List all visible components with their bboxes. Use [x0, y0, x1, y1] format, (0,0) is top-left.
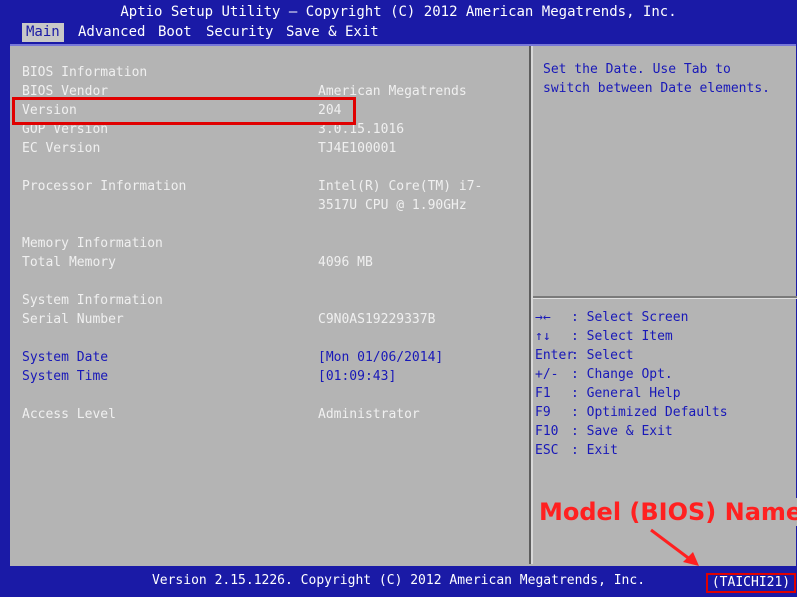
serial-number-value: C9N0AS19229337B	[318, 312, 436, 327]
model-annotation-label: Model (BIOS) Name	[539, 498, 797, 526]
arrows-left-right-icon: →←	[535, 310, 551, 325]
key-hint-change-opt: +/-: Change Opt.	[535, 367, 673, 382]
tab-boot[interactable]: Boot	[158, 23, 192, 42]
help-divider	[533, 296, 797, 299]
arrows-up-down-icon: ↑↓	[535, 329, 551, 344]
tab-security[interactable]: Security	[206, 23, 273, 42]
serial-number-label: Serial Number	[22, 312, 124, 327]
ec-version-value: TJ4E100001	[318, 141, 397, 156]
system-time-field[interactable]: [01:09:43]	[318, 367, 396, 386]
tab-advanced[interactable]: Advanced	[78, 23, 145, 42]
footer-bar: Version 2.15.1226. Copyright (C) 2012 Am…	[0, 569, 797, 597]
footer-copyright: Version 2.15.1226. Copyright (C) 2012 Am…	[151, 573, 646, 588]
tab-bar: Main Advanced Boot Security Save & Exit	[0, 22, 797, 42]
memory-information-heading: Memory Information	[22, 236, 163, 251]
system-date-label[interactable]: System Date	[22, 348, 108, 367]
help-text: Set the Date. Use Tab to switch between …	[543, 62, 770, 96]
processor-label: Processor Information	[22, 179, 187, 194]
version-highlight-box	[12, 97, 356, 125]
key-hint-select-screen: →←: Select Screen	[535, 310, 689, 325]
key-hint-select-item: ↑↓: Select Item	[535, 329, 673, 344]
system-information-heading: System Information	[22, 293, 163, 308]
tab-save-exit[interactable]: Save & Exit	[286, 23, 379, 42]
help-pane: Set the Date. Use Tab to switch between …	[531, 46, 797, 564]
key-hint-enter: Enter: Select	[535, 348, 634, 363]
key-hint-exit: ESC: Exit	[535, 443, 618, 458]
system-time-label[interactable]: System Time	[22, 367, 108, 386]
model-name-tag: (TAICHI21)	[706, 573, 796, 593]
processor-value-line1: Intel(R) Core(TM) i7-	[318, 179, 483, 194]
annotation-arrow-icon	[650, 528, 699, 566]
processor-value-line2: 3517U CPU @ 1.90GHz	[318, 198, 467, 213]
access-level-label: Access Level	[22, 407, 116, 422]
bios-information-heading: BIOS Information	[22, 65, 148, 80]
window-title: Aptio Setup Utility – Copyright (C) 2012…	[120, 4, 677, 20]
ec-version-label: EC Version	[22, 141, 101, 156]
key-hint-optimized-defaults: F9: Optimized Defaults	[535, 405, 728, 420]
tab-main[interactable]: Main	[22, 23, 64, 42]
key-hint-save-exit: F10: Save & Exit	[535, 424, 673, 439]
system-date-field[interactable]: [Mon 01/06/2014]	[318, 348, 443, 367]
key-hint-general-help: F1: General Help	[535, 386, 681, 401]
access-level-value: Administrator	[318, 407, 420, 422]
total-memory-label: Total Memory	[22, 255, 116, 270]
total-memory-value: 4096 MB	[318, 255, 373, 270]
